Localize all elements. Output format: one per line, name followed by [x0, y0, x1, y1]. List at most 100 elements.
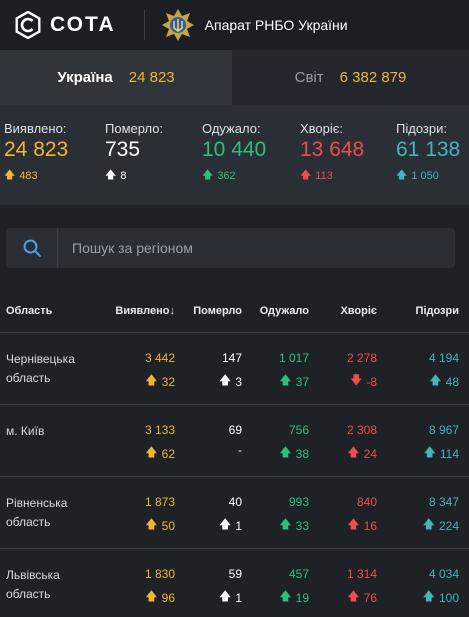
cell-value: 40 — [228, 495, 242, 509]
cell-delta-value: 24 — [363, 446, 377, 461]
arrow-up-icon: 🡅 — [300, 169, 312, 181]
region-name: м. Київ — [0, 405, 102, 476]
stat-suspected: Підозри: 61 138 🡅 1 050 — [396, 121, 468, 205]
region-name-line: область — [6, 515, 51, 529]
arrow-up-icon: 🡅 — [347, 445, 360, 459]
table-row[interactable]: Чернівецька область 3 442 🡅 32 147 🡅 3 1 0… — [0, 333, 469, 405]
cell-delta: 🡅 24 — [347, 443, 377, 464]
table-row[interactable]: м. Київ 3 133 🡅 62 69 - 756 🡅 38 2 308 🡅 24… — [0, 405, 469, 477]
region-name-line: область — [6, 587, 51, 601]
cell-died: 147 🡅 3 — [175, 333, 242, 404]
cell-delta-value: 1 — [235, 518, 242, 533]
cell-value: 1 873 — [144, 495, 175, 509]
column-header-recovered[interactable]: Одужало — [242, 305, 309, 317]
region-name-line: м. Київ — [6, 424, 45, 438]
cell-delta-value: 38 — [295, 446, 309, 461]
arrow-up-icon: 🡅 — [145, 589, 158, 603]
sota-logo-icon — [15, 11, 41, 39]
cell-delta: - — [234, 443, 242, 457]
search-glyph — [23, 239, 41, 257]
cell-delta-value: 33 — [295, 518, 309, 533]
column-header-region[interactable]: Область — [0, 305, 102, 317]
stat-delta-value: 483 — [19, 169, 38, 182]
cell-delta: 🡅 32 — [145, 371, 175, 392]
cell-value: 756 — [288, 423, 309, 437]
cell-delta: 🡅 96 — [145, 587, 175, 608]
tab-value: 24 823 — [128, 69, 175, 86]
cell-value: 840 — [356, 495, 377, 509]
cell-detected: 3 133 🡅 62 — [102, 405, 175, 476]
cell-detected: 3 442 🡅 32 — [102, 333, 175, 404]
cell-value: 69 — [228, 423, 242, 437]
search-input[interactable] — [58, 239, 455, 256]
cell-died: 40 🡅 1 — [175, 477, 242, 548]
stat-delta: 🡅 8 — [105, 166, 202, 185]
tab-ukraine[interactable]: Україна 24 823 — [0, 50, 232, 105]
cell-value: 1 314 — [346, 567, 377, 581]
tab-world[interactable]: Світ 6 382 879 — [232, 50, 469, 105]
stat-delta: 🡅 113 — [300, 166, 396, 185]
cell-delta-value: 114 — [439, 446, 459, 461]
cell-sick: 1 314 🡅 76 — [309, 549, 377, 617]
header-divider — [143, 10, 145, 40]
table-header: Область Виявлено↓ Померло Одужало Хворіє… — [0, 290, 469, 333]
arrow-up-icon: 🡅 — [218, 517, 232, 531]
agency-link[interactable]: Апарат РНБО України — [161, 8, 348, 42]
table-body: Чернівецька область 3 442 🡅 32 147 🡅 3 1 0… — [0, 333, 469, 617]
arrow-up-icon: 🡅 — [279, 589, 292, 603]
stat-value: 61 138 — [396, 138, 461, 161]
cell-value: 3 133 — [144, 423, 175, 437]
cell-delta: 🡅 224 — [423, 515, 459, 536]
cell-delta: 🡅 19 — [279, 587, 309, 608]
table-row[interactable]: Рівненська область 1 873 🡅 50 40 🡅 1 993 🡅… — [0, 477, 469, 549]
cell-recovered: 993 🡅 33 — [242, 477, 309, 548]
search-section — [0, 205, 469, 290]
column-header-sick[interactable]: Хворіє — [309, 305, 377, 317]
column-header-label: Виявлено — [115, 305, 170, 317]
stat-delta-value: 113 — [315, 169, 333, 182]
sota-logo[interactable]: СОТА — [14, 11, 116, 39]
stat-delta-value: 8 — [120, 169, 127, 182]
cell-delta: 🡅 114 — [424, 443, 459, 464]
app-header: СОТА Апарат РНБО України — [0, 0, 469, 50]
table-row[interactable]: Львівська область 1 830 🡅 96 59 🡅 1 457 🡅 1… — [0, 549, 469, 617]
cell-recovered: 756 🡅 38 — [242, 405, 309, 476]
cell-value: 993 — [288, 495, 309, 509]
cell-recovered: 457 🡅 19 — [242, 549, 309, 617]
cell-sick: 2 278 🡇 -8 — [309, 333, 377, 404]
region-name: Львівська область — [0, 549, 102, 617]
column-header-detected[interactable]: Виявлено↓ — [102, 305, 175, 317]
arrow-up-icon: 🡅 — [218, 589, 232, 603]
rnbo-emblem-icon — [161, 9, 194, 41]
arrow-up-icon: 🡅 — [422, 589, 435, 603]
stat-detected: Виявлено: 24 823 🡅 483 — [4, 121, 105, 205]
arrow-up-icon: 🡅 — [202, 169, 214, 181]
search-icon[interactable] — [6, 227, 58, 268]
stat-recovered: Одужало: 10 440 🡅 362 — [202, 121, 300, 205]
cell-delta-value: 50 — [161, 518, 175, 533]
column-header-suspected[interactable]: Підозри — [377, 305, 459, 317]
cell-value: 8 347 — [428, 495, 459, 509]
search-box — [6, 227, 455, 268]
cell-delta-value: -8 — [366, 374, 377, 389]
region-tabs: Україна 24 823 Світ 6 382 879 — [0, 50, 469, 105]
cell-delta: 🡅 76 — [347, 587, 377, 608]
tab-label: Світ — [294, 69, 324, 86]
cell-delta-value: 76 — [363, 590, 377, 605]
cell-delta: 🡅 16 — [347, 515, 377, 536]
cell-delta-value: 32 — [161, 374, 175, 389]
cell-delta-value: 1 — [235, 590, 242, 605]
cell-sick: 2 308 🡅 24 — [309, 405, 377, 476]
cell-value: 3 442 — [144, 351, 175, 365]
cell-value: 4 194 — [428, 351, 459, 365]
stat-delta: 🡅 1 050 — [396, 166, 468, 185]
cell-delta-value: 48 — [445, 374, 459, 389]
cell-delta: 🡅 100 — [423, 587, 459, 608]
column-header-died[interactable]: Померло — [175, 305, 242, 317]
stat-delta: 🡅 362 — [202, 166, 300, 185]
arrow-up-icon: 🡅 — [429, 373, 442, 387]
arrow-up-icon: 🡅 — [279, 517, 292, 531]
cell-delta-value: 3 — [235, 374, 242, 389]
region-name-line: Львівська — [6, 568, 60, 582]
cell-delta-value: 16 — [363, 518, 377, 533]
